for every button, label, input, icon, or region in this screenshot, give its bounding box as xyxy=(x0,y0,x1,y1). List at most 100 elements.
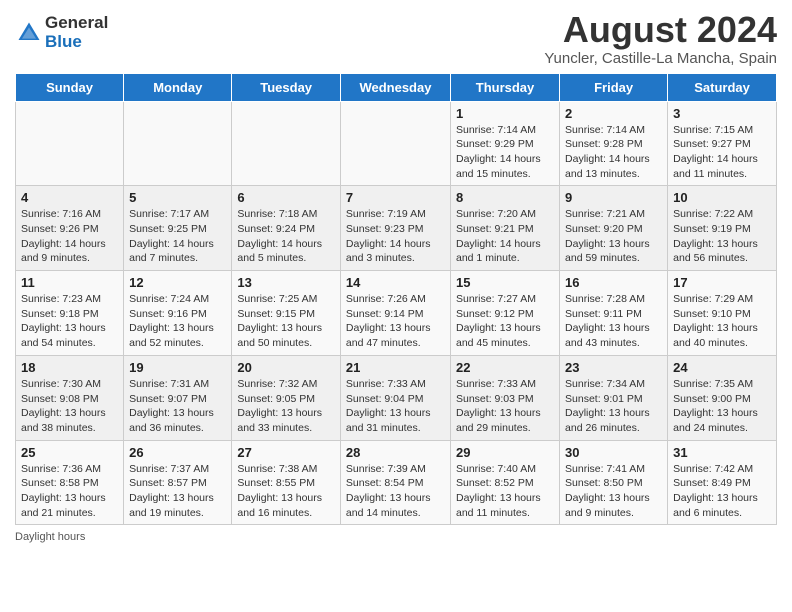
day-info: Sunrise: 7:32 AM Sunset: 9:05 PM Dayligh… xyxy=(237,377,335,436)
day-cell: 27Sunrise: 7:38 AM Sunset: 8:55 PM Dayli… xyxy=(232,440,341,525)
day-info: Sunrise: 7:22 AM Sunset: 9:19 PM Dayligh… xyxy=(673,207,771,266)
footer-note: Daylight hours xyxy=(15,531,777,543)
day-cell xyxy=(16,101,124,186)
day-cell: 23 Sunrise: 7:34 AM Sunset: 9:01 PM Dayli… xyxy=(560,355,668,440)
day-cell: 16 Sunrise: 7:28 AM Sunset: 9:11 PM Dayli… xyxy=(560,271,668,356)
day-cell: 11 Sunrise: 7:23 AM Sunset: 9:18 PM Dayli… xyxy=(16,271,124,356)
day-number: 8 xyxy=(456,190,554,205)
day-number: 11 xyxy=(21,275,118,290)
column-header-saturday: Saturday xyxy=(668,73,777,101)
day-info: Sunrise: 7:39 AM Sunset: 8:54 PM Dayligh… xyxy=(346,462,445,521)
week-row-3: 11 Sunrise: 7:23 AM Sunset: 9:18 PM Dayli… xyxy=(16,271,777,356)
day-cell: 25 Sunrise: 7:36 AM Sunset: 8:58 PM Dayli… xyxy=(16,440,124,525)
day-info: Sunrise: 7:33 AM Sunset: 9:04 PM Dayligh… xyxy=(346,377,445,436)
day-cell: 19 Sunrise: 7:31 AM Sunset: 9:07 PM Dayli… xyxy=(124,355,232,440)
week-row-2: 4 Sunrise: 7:16 AM Sunset: 9:26 PM Daylig… xyxy=(16,186,777,271)
day-cell xyxy=(124,101,232,186)
day-info: Sunrise: 7:17 AM Sunset: 9:25 PM Dayligh… xyxy=(129,207,226,266)
day-info: Sunrise: 7:15 AM Sunset: 9:27 PM Dayligh… xyxy=(673,123,771,182)
day-number: 6 xyxy=(237,190,335,205)
day-info: Sunrise: 7:30 AM Sunset: 9:08 PM Dayligh… xyxy=(21,377,118,436)
day-info: Sunrise: 7:40 AM Sunset: 8:52 PM Dayligh… xyxy=(456,462,554,521)
day-number: 31 xyxy=(673,445,771,460)
day-info: Sunrise: 7:42 AM Sunset: 8:49 PM Dayligh… xyxy=(673,462,771,521)
logo-icon xyxy=(15,19,43,47)
logo-blue-text: Blue xyxy=(45,33,108,52)
day-number: 20 xyxy=(237,360,335,375)
day-info: Sunrise: 7:19 AM Sunset: 9:23 PM Dayligh… xyxy=(346,207,445,266)
day-info: Sunrise: 7:31 AM Sunset: 9:07 PM Dayligh… xyxy=(129,377,226,436)
week-row-4: 18 Sunrise: 7:30 AM Sunset: 9:08 PM Dayli… xyxy=(16,355,777,440)
day-cell: 30Sunrise: 7:41 AM Sunset: 8:50 PM Dayli… xyxy=(560,440,668,525)
column-header-tuesday: Tuesday xyxy=(232,73,341,101)
page-header: General Blue August 2024 Yuncler, Castil… xyxy=(15,10,777,67)
day-cell: 10Sunrise: 7:22 AM Sunset: 9:19 PM Dayli… xyxy=(668,186,777,271)
day-info: Sunrise: 7:29 AM Sunset: 9:10 PM Dayligh… xyxy=(673,292,771,351)
day-info: Sunrise: 7:23 AM Sunset: 9:18 PM Dayligh… xyxy=(21,292,118,351)
day-cell: 15 Sunrise: 7:27 AM Sunset: 9:12 PM Dayli… xyxy=(451,271,560,356)
day-header-row: SundayMondayTuesdayWednesdayThursdayFrid… xyxy=(16,73,777,101)
day-number: 12 xyxy=(129,275,226,290)
day-cell: 26 Sunrise: 7:37 AM Sunset: 8:57 PM Dayli… xyxy=(124,440,232,525)
footer-text: Daylight hours xyxy=(15,531,85,543)
day-number: 28 xyxy=(346,445,445,460)
day-cell: 2Sunrise: 7:14 AM Sunset: 9:28 PM Daylig… xyxy=(560,101,668,186)
week-row-1: 1 Sunrise: 7:14 AM Sunset: 9:29 PM Daylig… xyxy=(16,101,777,186)
day-info: Sunrise: 7:37 AM Sunset: 8:57 PM Dayligh… xyxy=(129,462,226,521)
day-cell: 20 Sunrise: 7:32 AM Sunset: 9:05 PM Dayli… xyxy=(232,355,341,440)
day-number: 19 xyxy=(129,360,226,375)
day-info: Sunrise: 7:36 AM Sunset: 8:58 PM Dayligh… xyxy=(21,462,118,521)
day-info: Sunrise: 7:34 AM Sunset: 9:01 PM Dayligh… xyxy=(565,377,662,436)
day-cell xyxy=(232,101,341,186)
day-cell: 31 Sunrise: 7:42 AM Sunset: 8:49 PM Dayli… xyxy=(668,440,777,525)
day-cell: 17 Sunrise: 7:29 AM Sunset: 9:10 PM Dayli… xyxy=(668,271,777,356)
day-number: 1 xyxy=(456,106,554,121)
column-header-friday: Friday xyxy=(560,73,668,101)
day-cell: 5 Sunrise: 7:17 AM Sunset: 9:25 PM Daylig… xyxy=(124,186,232,271)
calendar-subtitle: Yuncler, Castille-La Mancha, Spain xyxy=(544,50,777,67)
day-number: 4 xyxy=(21,190,118,205)
day-cell: 7 Sunrise: 7:19 AM Sunset: 9:23 PM Daylig… xyxy=(340,186,450,271)
day-cell: 8 Sunrise: 7:20 AM Sunset: 9:21 PM Daylig… xyxy=(451,186,560,271)
day-cell: 24Sunrise: 7:35 AM Sunset: 9:00 PM Dayli… xyxy=(668,355,777,440)
day-info: Sunrise: 7:25 AM Sunset: 9:15 PM Dayligh… xyxy=(237,292,335,351)
day-cell: 29 Sunrise: 7:40 AM Sunset: 8:52 PM Dayli… xyxy=(451,440,560,525)
column-header-sunday: Sunday xyxy=(16,73,124,101)
day-number: 17 xyxy=(673,275,771,290)
day-cell: 12Sunrise: 7:24 AM Sunset: 9:16 PM Dayli… xyxy=(124,271,232,356)
day-cell: 1 Sunrise: 7:14 AM Sunset: 9:29 PM Daylig… xyxy=(451,101,560,186)
day-cell: 21 Sunrise: 7:33 AM Sunset: 9:04 PM Dayli… xyxy=(340,355,450,440)
day-number: 13 xyxy=(237,275,335,290)
day-cell: 9Sunrise: 7:21 AM Sunset: 9:20 PM Daylig… xyxy=(560,186,668,271)
day-info: Sunrise: 7:18 AM Sunset: 9:24 PM Dayligh… xyxy=(237,207,335,266)
day-number: 26 xyxy=(129,445,226,460)
day-info: Sunrise: 7:28 AM Sunset: 9:11 PM Dayligh… xyxy=(565,292,662,351)
day-number: 7 xyxy=(346,190,445,205)
day-info: Sunrise: 7:26 AM Sunset: 9:14 PM Dayligh… xyxy=(346,292,445,351)
day-number: 29 xyxy=(456,445,554,460)
day-cell: 18 Sunrise: 7:30 AM Sunset: 9:08 PM Dayli… xyxy=(16,355,124,440)
day-number: 21 xyxy=(346,360,445,375)
day-info: Sunrise: 7:27 AM Sunset: 9:12 PM Dayligh… xyxy=(456,292,554,351)
day-number: 14 xyxy=(346,275,445,290)
day-cell: 4 Sunrise: 7:16 AM Sunset: 9:26 PM Daylig… xyxy=(16,186,124,271)
day-number: 25 xyxy=(21,445,118,460)
calendar-table: SundayMondayTuesdayWednesdayThursdayFrid… xyxy=(15,73,777,526)
day-number: 16 xyxy=(565,275,662,290)
day-info: Sunrise: 7:14 AM Sunset: 9:29 PM Dayligh… xyxy=(456,123,554,182)
day-info: Sunrise: 7:41 AM Sunset: 8:50 PM Dayligh… xyxy=(565,462,662,521)
day-info: Sunrise: 7:38 AM Sunset: 8:55 PM Dayligh… xyxy=(237,462,335,521)
day-number: 3 xyxy=(673,106,771,121)
day-number: 23 xyxy=(565,360,662,375)
day-cell: 14 Sunrise: 7:26 AM Sunset: 9:14 PM Dayli… xyxy=(340,271,450,356)
day-number: 5 xyxy=(129,190,226,205)
day-info: Sunrise: 7:16 AM Sunset: 9:26 PM Dayligh… xyxy=(21,207,118,266)
day-number: 2 xyxy=(565,106,662,121)
day-info: Sunrise: 7:20 AM Sunset: 9:21 PM Dayligh… xyxy=(456,207,554,266)
title-area: August 2024 Yuncler, Castille-La Mancha,… xyxy=(544,10,777,67)
day-number: 15 xyxy=(456,275,554,290)
day-number: 18 xyxy=(21,360,118,375)
calendar-title: August 2024 xyxy=(544,10,777,50)
column-header-wednesday: Wednesday xyxy=(340,73,450,101)
day-info: Sunrise: 7:21 AM Sunset: 9:20 PM Dayligh… xyxy=(565,207,662,266)
